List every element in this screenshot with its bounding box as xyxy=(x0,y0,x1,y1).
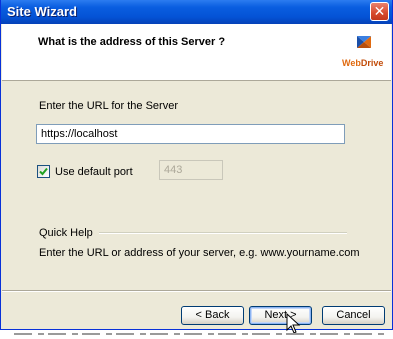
partial-text-strip xyxy=(14,333,384,335)
url-input[interactable] xyxy=(36,124,345,144)
port-input[interactable] xyxy=(159,160,223,180)
use-default-port-label[interactable]: Use default port xyxy=(55,166,133,178)
quick-help-divider xyxy=(99,232,347,234)
webdrive-logo-icon xyxy=(357,36,371,48)
close-icon: ✕ xyxy=(373,3,386,19)
url-label: Enter the URL for the Server xyxy=(39,100,178,112)
logo-text-drive: Drive xyxy=(360,58,384,68)
next-button[interactable]: Next > xyxy=(249,306,312,325)
logo-text-web: Web xyxy=(342,58,361,68)
checkmark-icon xyxy=(39,167,48,176)
logo-wordmark: WebDrive xyxy=(342,58,383,68)
wizard-header: What is the address of this Server ? Web… xyxy=(2,24,391,81)
quick-help-text: Enter the URL or address of your server,… xyxy=(39,247,360,259)
page-title: What is the address of this Server ? xyxy=(38,36,226,48)
quick-help-heading: Quick Help xyxy=(39,227,93,239)
footer-divider xyxy=(2,290,391,292)
mouse-pointer-icon xyxy=(286,313,301,334)
cancel-button[interactable]: Cancel xyxy=(322,306,385,325)
back-button[interactable]: < Back xyxy=(181,306,244,325)
window-title: Site Wizard xyxy=(7,4,77,19)
title-bar[interactable]: Site Wizard ✕ xyxy=(1,0,392,24)
webdrive-logo: WebDrive xyxy=(342,34,386,74)
use-default-port-checkbox[interactable] xyxy=(37,165,50,178)
site-wizard-window: Site Wizard ✕ What is the address of thi… xyxy=(0,0,393,334)
close-button[interactable]: ✕ xyxy=(370,2,389,21)
